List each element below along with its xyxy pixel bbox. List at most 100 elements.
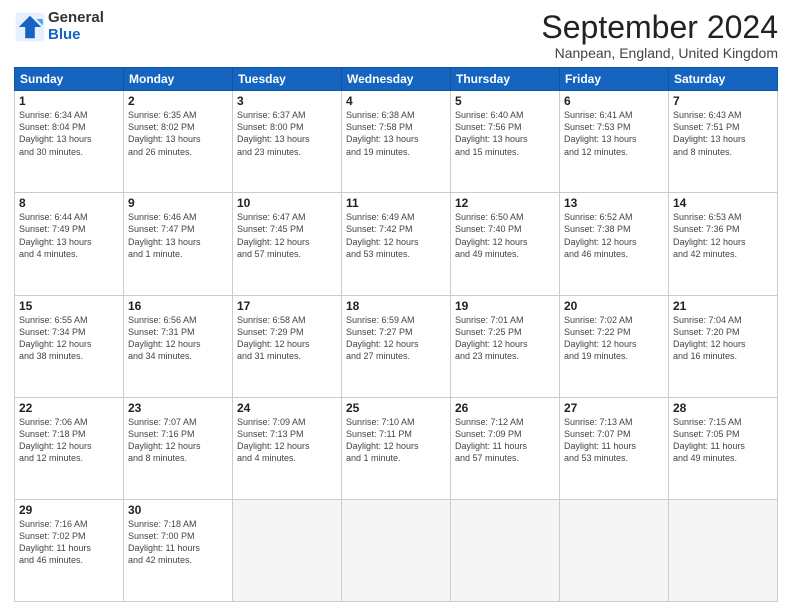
day-info: Sunrise: 7:07 AM Sunset: 7:16 PM Dayligh… [128, 416, 228, 465]
location: Nanpean, England, United Kingdom [541, 45, 778, 61]
day-info: Sunrise: 7:15 AM Sunset: 7:05 PM Dayligh… [673, 416, 773, 465]
day-number: 22 [19, 401, 119, 415]
calendar-cell: 27Sunrise: 7:13 AM Sunset: 7:07 PM Dayli… [560, 397, 669, 499]
day-info: Sunrise: 6:44 AM Sunset: 7:49 PM Dayligh… [19, 211, 119, 260]
day-info: Sunrise: 6:50 AM Sunset: 7:40 PM Dayligh… [455, 211, 555, 260]
day-number: 30 [128, 503, 228, 517]
logo-general-text: General [48, 10, 104, 27]
day-info: Sunrise: 6:59 AM Sunset: 7:27 PM Dayligh… [346, 314, 446, 363]
calendar-header-sunday: Sunday [15, 68, 124, 91]
calendar-cell: 25Sunrise: 7:10 AM Sunset: 7:11 PM Dayli… [342, 397, 451, 499]
day-number: 15 [19, 299, 119, 313]
calendar-cell: 7Sunrise: 6:43 AM Sunset: 7:51 PM Daylig… [669, 91, 778, 193]
logo-icon [14, 11, 46, 43]
calendar-week-row: 8Sunrise: 6:44 AM Sunset: 7:49 PM Daylig… [15, 193, 778, 295]
calendar-cell [233, 499, 342, 601]
day-number: 10 [237, 196, 337, 210]
day-info: Sunrise: 7:13 AM Sunset: 7:07 PM Dayligh… [564, 416, 664, 465]
day-number: 29 [19, 503, 119, 517]
month-title: September 2024 [541, 10, 778, 45]
calendar-table: SundayMondayTuesdayWednesdayThursdayFrid… [14, 67, 778, 602]
calendar-cell: 29Sunrise: 7:16 AM Sunset: 7:02 PM Dayli… [15, 499, 124, 601]
calendar-week-row: 22Sunrise: 7:06 AM Sunset: 7:18 PM Dayli… [15, 397, 778, 499]
day-info: Sunrise: 6:49 AM Sunset: 7:42 PM Dayligh… [346, 211, 446, 260]
calendar-week-row: 1Sunrise: 6:34 AM Sunset: 8:04 PM Daylig… [15, 91, 778, 193]
calendar-cell: 14Sunrise: 6:53 AM Sunset: 7:36 PM Dayli… [669, 193, 778, 295]
day-number: 26 [455, 401, 555, 415]
day-info: Sunrise: 7:01 AM Sunset: 7:25 PM Dayligh… [455, 314, 555, 363]
logo-blue-text: Blue [48, 27, 104, 44]
day-number: 7 [673, 94, 773, 108]
calendar-header-monday: Monday [124, 68, 233, 91]
day-info: Sunrise: 6:58 AM Sunset: 7:29 PM Dayligh… [237, 314, 337, 363]
calendar-cell: 12Sunrise: 6:50 AM Sunset: 7:40 PM Dayli… [451, 193, 560, 295]
calendar-header-tuesday: Tuesday [233, 68, 342, 91]
day-number: 24 [237, 401, 337, 415]
day-number: 12 [455, 196, 555, 210]
day-info: Sunrise: 6:53 AM Sunset: 7:36 PM Dayligh… [673, 211, 773, 260]
calendar-cell: 10Sunrise: 6:47 AM Sunset: 7:45 PM Dayli… [233, 193, 342, 295]
day-number: 28 [673, 401, 773, 415]
calendar-cell: 30Sunrise: 7:18 AM Sunset: 7:00 PM Dayli… [124, 499, 233, 601]
calendar-cell: 28Sunrise: 7:15 AM Sunset: 7:05 PM Dayli… [669, 397, 778, 499]
day-info: Sunrise: 6:46 AM Sunset: 7:47 PM Dayligh… [128, 211, 228, 260]
calendar-cell: 3Sunrise: 6:37 AM Sunset: 8:00 PM Daylig… [233, 91, 342, 193]
calendar-cell [342, 499, 451, 601]
calendar-cell: 8Sunrise: 6:44 AM Sunset: 7:49 PM Daylig… [15, 193, 124, 295]
logo-text: General Blue [48, 10, 104, 43]
calendar-cell: 21Sunrise: 7:04 AM Sunset: 7:20 PM Dayli… [669, 295, 778, 397]
day-number: 20 [564, 299, 664, 313]
day-info: Sunrise: 6:34 AM Sunset: 8:04 PM Dayligh… [19, 109, 119, 158]
day-number: 5 [455, 94, 555, 108]
calendar-cell: 22Sunrise: 7:06 AM Sunset: 7:18 PM Dayli… [15, 397, 124, 499]
calendar-cell: 4Sunrise: 6:38 AM Sunset: 7:58 PM Daylig… [342, 91, 451, 193]
day-number: 13 [564, 196, 664, 210]
day-number: 4 [346, 94, 446, 108]
day-number: 8 [19, 196, 119, 210]
calendar-week-row: 15Sunrise: 6:55 AM Sunset: 7:34 PM Dayli… [15, 295, 778, 397]
day-info: Sunrise: 6:52 AM Sunset: 7:38 PM Dayligh… [564, 211, 664, 260]
calendar-cell: 26Sunrise: 7:12 AM Sunset: 7:09 PM Dayli… [451, 397, 560, 499]
calendar-cell: 17Sunrise: 6:58 AM Sunset: 7:29 PM Dayli… [233, 295, 342, 397]
calendar-cell: 20Sunrise: 7:02 AM Sunset: 7:22 PM Dayli… [560, 295, 669, 397]
day-info: Sunrise: 6:35 AM Sunset: 8:02 PM Dayligh… [128, 109, 228, 158]
day-number: 21 [673, 299, 773, 313]
calendar-cell: 6Sunrise: 6:41 AM Sunset: 7:53 PM Daylig… [560, 91, 669, 193]
calendar-header-row: SundayMondayTuesdayWednesdayThursdayFrid… [15, 68, 778, 91]
title-block: September 2024 Nanpean, England, United … [541, 10, 778, 61]
calendar-cell: 11Sunrise: 6:49 AM Sunset: 7:42 PM Dayli… [342, 193, 451, 295]
day-number: 16 [128, 299, 228, 313]
day-info: Sunrise: 6:47 AM Sunset: 7:45 PM Dayligh… [237, 211, 337, 260]
calendar-cell: 9Sunrise: 6:46 AM Sunset: 7:47 PM Daylig… [124, 193, 233, 295]
day-number: 14 [673, 196, 773, 210]
day-info: Sunrise: 6:37 AM Sunset: 8:00 PM Dayligh… [237, 109, 337, 158]
day-info: Sunrise: 7:09 AM Sunset: 7:13 PM Dayligh… [237, 416, 337, 465]
calendar-cell [560, 499, 669, 601]
calendar-cell: 19Sunrise: 7:01 AM Sunset: 7:25 PM Dayli… [451, 295, 560, 397]
day-number: 9 [128, 196, 228, 210]
calendar-cell: 18Sunrise: 6:59 AM Sunset: 7:27 PM Dayli… [342, 295, 451, 397]
calendar-header-thursday: Thursday [451, 68, 560, 91]
day-number: 2 [128, 94, 228, 108]
day-number: 6 [564, 94, 664, 108]
day-info: Sunrise: 6:41 AM Sunset: 7:53 PM Dayligh… [564, 109, 664, 158]
calendar-header-friday: Friday [560, 68, 669, 91]
day-info: Sunrise: 7:18 AM Sunset: 7:00 PM Dayligh… [128, 518, 228, 567]
day-info: Sunrise: 6:56 AM Sunset: 7:31 PM Dayligh… [128, 314, 228, 363]
day-info: Sunrise: 6:43 AM Sunset: 7:51 PM Dayligh… [673, 109, 773, 158]
day-number: 23 [128, 401, 228, 415]
calendar-cell: 24Sunrise: 7:09 AM Sunset: 7:13 PM Dayli… [233, 397, 342, 499]
calendar-header-wednesday: Wednesday [342, 68, 451, 91]
header: General Blue September 2024 Nanpean, Eng… [14, 10, 778, 61]
calendar-cell: 2Sunrise: 6:35 AM Sunset: 8:02 PM Daylig… [124, 91, 233, 193]
day-number: 1 [19, 94, 119, 108]
calendar-cell [669, 499, 778, 601]
day-number: 11 [346, 196, 446, 210]
day-info: Sunrise: 7:04 AM Sunset: 7:20 PM Dayligh… [673, 314, 773, 363]
calendar-cell: 5Sunrise: 6:40 AM Sunset: 7:56 PM Daylig… [451, 91, 560, 193]
day-info: Sunrise: 7:12 AM Sunset: 7:09 PM Dayligh… [455, 416, 555, 465]
calendar-cell: 16Sunrise: 6:56 AM Sunset: 7:31 PM Dayli… [124, 295, 233, 397]
calendar-week-row: 29Sunrise: 7:16 AM Sunset: 7:02 PM Dayli… [15, 499, 778, 601]
logo: General Blue [14, 10, 104, 43]
day-info: Sunrise: 6:55 AM Sunset: 7:34 PM Dayligh… [19, 314, 119, 363]
